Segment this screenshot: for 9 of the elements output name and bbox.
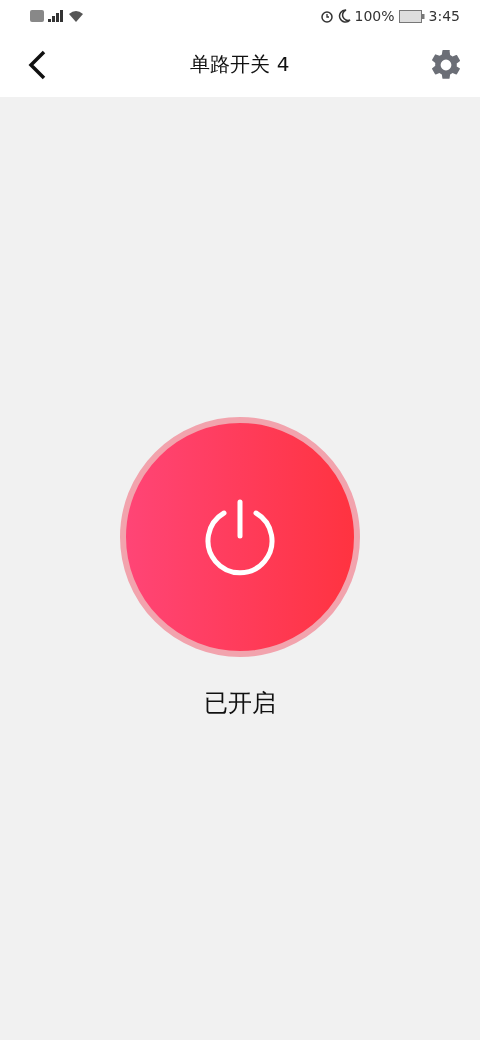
moon-icon: [337, 9, 351, 23]
signal-icon: [48, 10, 64, 22]
wifi-icon: [68, 10, 84, 22]
battery-percent: 100%: [354, 8, 395, 24]
page-title: 单路开关 4: [190, 51, 290, 78]
battery-icon: [398, 9, 425, 23]
power-status: 已开启: [204, 688, 276, 719]
clock: 3:45: [428, 8, 460, 24]
alarm-icon: [319, 9, 334, 23]
